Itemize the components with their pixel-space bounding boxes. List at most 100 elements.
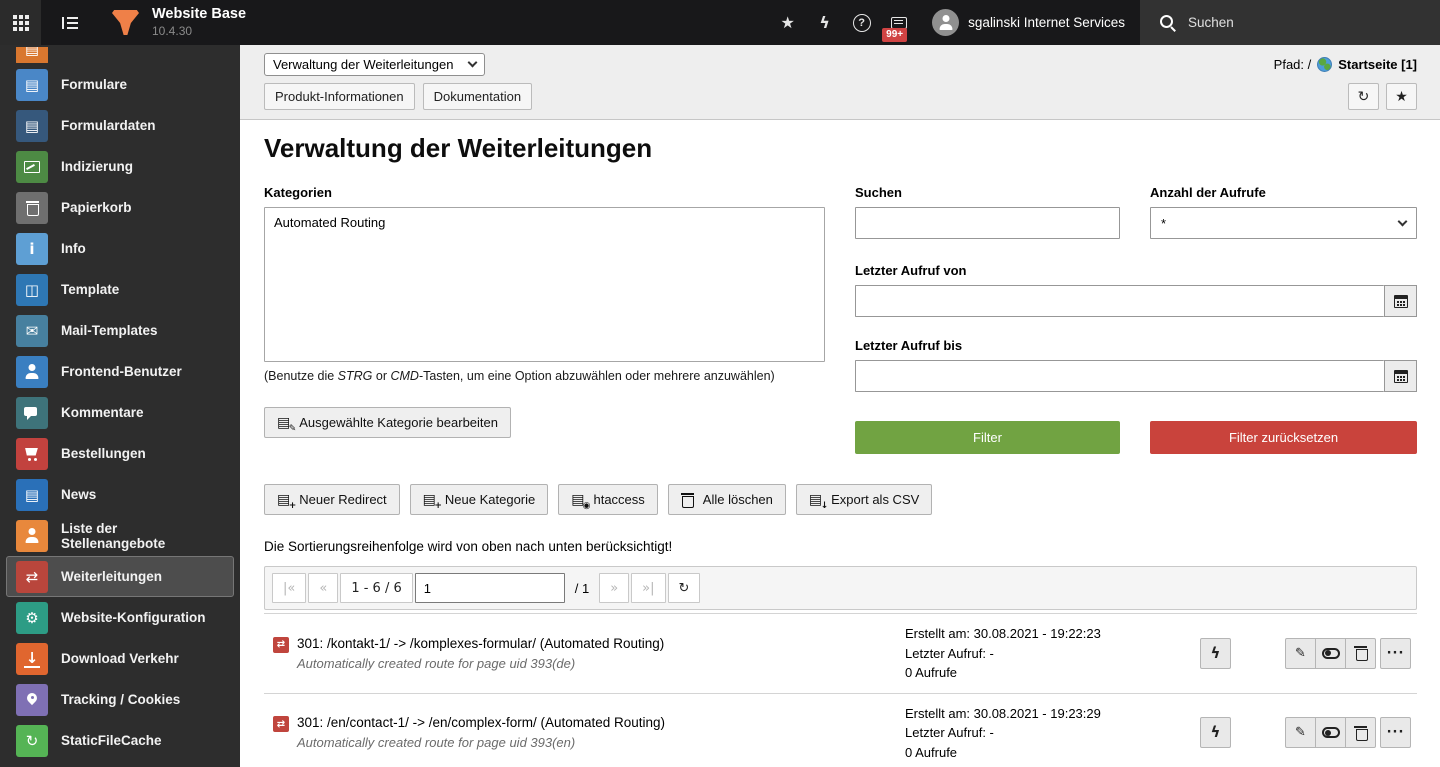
system-notes-button[interactable]: 99+ [880,0,917,45]
test-redirect-button[interactable]: ϟ [1200,637,1231,669]
trash-icon [1354,725,1368,741]
documentation-button[interactable]: Dokumentation [422,83,533,110]
bolt-icon: ϟ [819,12,830,32]
redirect-icon: ⇄ [16,560,48,593]
sidebar-item-papierkorb[interactable]: Papierkorb [6,187,234,228]
star-icon: ★ [780,12,795,32]
sidebar-item-weiterleitungen[interactable]: ⇄ Weiterleitungen [6,556,234,597]
next-page-button[interactable]: » [599,573,630,603]
sidebar-item-frontend-benutzer[interactable]: Frontend-Benutzer [6,351,234,392]
prev-page-button[interactable]: « [308,573,339,603]
delete-button[interactable] [1345,637,1376,669]
first-page-button[interactable]: |« [272,573,307,603]
sidebar-item-kommentare[interactable]: Kommentare [6,392,234,433]
user-menu[interactable]: sgalinski Internet Services [917,9,1140,36]
sidebar-item-formulare[interactable]: ▤ Formulare [6,64,234,105]
content-area: Verwaltung der Weiterleitungen Pfad: / S… [240,45,1440,767]
help-icon: ? [852,13,871,32]
cache-icon: ↻ [16,724,48,757]
category-option[interactable]: Automated Routing [265,208,824,237]
sidebar-item-indizierung[interactable]: Indizierung [6,146,234,187]
typo3-backend: Website Base 10.4.30 ★ ϟ ? 99+ sgalinski… [0,0,1440,767]
typo3-logo [112,10,139,35]
last-call-to-input[interactable] [855,360,1384,392]
refresh-list-button[interactable]: ↻ [667,573,701,603]
toggle-visibility-button[interactable] [1315,717,1346,749]
sidebar-item-website-konfiguration[interactable]: ⚙ Website-Konfiguration [6,597,234,638]
news-icon: ▤ [16,478,48,511]
export-csv-button[interactable]: ▤ ↓ Export als CSV [795,484,933,515]
reset-filter-button[interactable]: Filter zurücksetzen [1150,421,1417,454]
comments-icon [16,396,48,429]
delete-button[interactable] [1345,717,1376,749]
reload-button[interactable]: ↻ [1348,83,1379,110]
last-page-button[interactable]: »| [631,573,666,603]
sidebar-item-bestellungen[interactable]: Bestellungen [6,433,234,474]
pencil-icon: ✎ [1295,645,1306,661]
last-call-from-label: Letzter Aufruf von [855,263,967,278]
test-redirect-button[interactable]: ϟ [1200,717,1231,749]
trash-icon [16,191,48,224]
sidebar-item-news[interactable]: ▤ News [6,474,234,515]
site-brand: Website Base 10.4.30 [152,5,246,39]
trash-icon [680,492,695,508]
pin-icon [16,683,48,716]
function-select[interactable]: Verwaltung der Weiterleitungen [264,53,485,76]
clear-cache-button[interactable]: ϟ [806,0,843,45]
datepicker-button-from[interactable] [1384,285,1417,317]
bookmark-button[interactable]: ★ [1386,83,1417,110]
chart-icon [16,150,48,183]
calls-label: Anzahl der Aufrufe [1150,185,1266,200]
toggle-visibility-button[interactable] [1315,637,1346,669]
form-icon: ▤ [16,68,48,101]
product-info-button[interactable]: Produkt-Informationen [264,83,415,110]
sidebar-item-stellenangebote[interactable]: Liste der Stellenangebote [6,515,234,556]
sidebar-item-mail-templates[interactable]: ✉ Mail-Templates [6,310,234,351]
module-menu-toggle[interactable] [0,0,41,45]
sidebar-item-info[interactable]: i Info [6,228,234,269]
categories-listbox[interactable]: Automated Routing [264,207,825,362]
search-icon [1159,14,1176,31]
search-redirects-input[interactable] [855,207,1120,239]
notification-badge: 99+ [882,28,908,42]
edit-category-button[interactable]: ▤ ✎ Ausgewählte Kategorie bearbeiten [264,407,511,438]
last-call-to-label: Letzter Aufruf bis [855,338,963,353]
form-icon: ▤ [16,109,48,142]
sidebar-item-tracking-cookies[interactable]: Tracking / Cookies [6,679,234,720]
current-page-crumb[interactable]: Startseite [1] [1338,57,1417,72]
person-icon [938,15,954,30]
datepicker-button-to[interactable] [1384,360,1417,392]
new-category-button[interactable]: ▤ + Neue Kategorie [409,484,549,515]
mail-icon: ✉ [16,314,48,347]
bookmarks-button[interactable]: ★ [769,0,806,45]
calls-select[interactable]: * [1150,207,1417,239]
redirect-icon: ⇄ [273,636,289,653]
sidebar-item-partial[interactable]: ▤ [6,46,234,64]
more-options-button[interactable]: ··· [1380,717,1411,749]
more-options-button[interactable]: ··· [1380,637,1411,669]
pagetree-toggle[interactable] [50,0,90,45]
form-add-icon: ▤ + [422,491,442,511]
global-search[interactable]: Suchen [1140,0,1440,45]
delete-all-button[interactable]: Alle löschen [667,484,786,515]
redirect-meta: Erstellt am: 30.08.2021 - 19:23:29 Letzt… [905,705,1101,760]
module-sidebar: ▤ ▤ Formulare ▤ Formulardaten Indizierun… [0,45,240,767]
toggle-icon [1321,647,1340,659]
edit-button[interactable]: ✎ [1285,717,1316,749]
info-icon: i [16,232,48,265]
sidebar-item-download-verkehr[interactable]: ↓ Download Verkehr [6,638,234,679]
help-button[interactable]: ? [843,0,880,45]
form-edit-icon: ▤ ✎ [277,414,297,434]
filter-button[interactable]: Filter [855,421,1120,454]
page-number-input[interactable] [414,573,565,603]
sidebar-item-staticfilecache[interactable]: ↻ StaticFileCache [6,720,234,761]
edit-button[interactable]: ✎ [1285,637,1316,669]
calendar-icon [1393,294,1408,308]
pencil-icon: ✎ [1295,725,1306,741]
last-call-from-input[interactable] [855,285,1384,317]
htaccess-button[interactable]: ▤ ◉ htaccess [558,484,658,515]
cart-icon [16,437,48,470]
new-redirect-button[interactable]: ▤ + Neuer Redirect [264,484,400,515]
sidebar-item-template[interactable]: ◫ Template [6,269,234,310]
sidebar-item-formulardaten[interactable]: ▤ Formulardaten [6,105,234,146]
